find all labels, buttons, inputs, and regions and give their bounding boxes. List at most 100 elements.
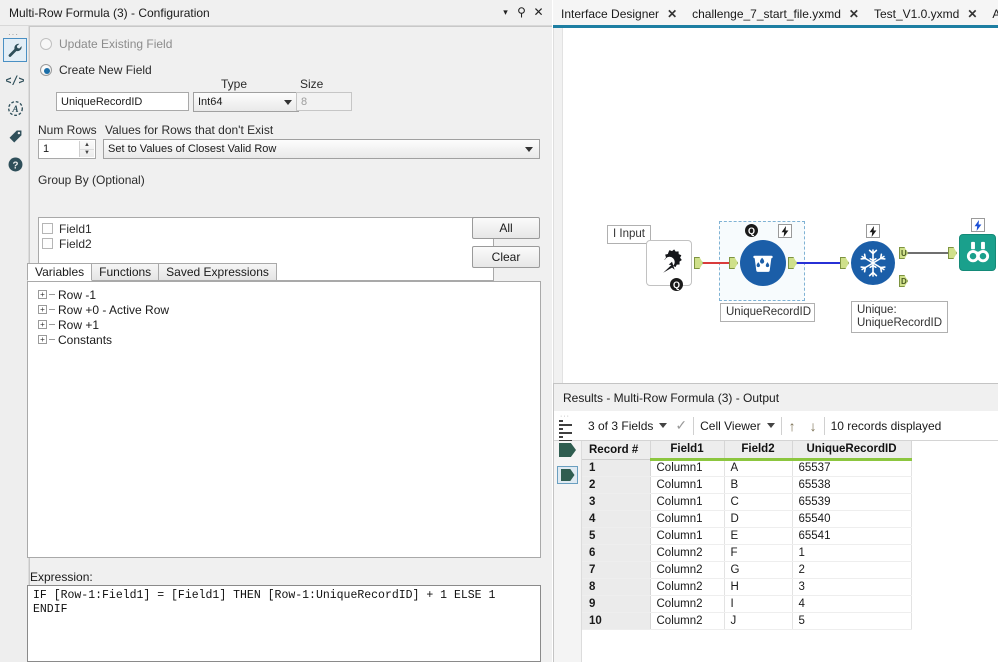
connection-blue[interactable] [797,262,844,264]
record-flag-selector[interactable] [557,466,578,484]
connection-gray[interactable] [908,252,952,254]
num-rows-stepper[interactable]: 1 ▲ ▼ [38,139,96,159]
chevron-down-icon [525,147,533,152]
table-cell-field2: B [724,476,793,494]
list-item[interactable]: Field2 [42,236,493,251]
tree-item-row-plus1[interactable]: + Row +1 [38,317,540,332]
table-cell-field1: Column2 [650,544,725,562]
panel-pin-icon[interactable]: ⚲ [514,4,529,20]
num-rows-label: Num Rows [38,123,97,137]
list-item[interactable]: Field1 [42,221,493,236]
panel-dropdown-icon[interactable]: ▾ [498,4,513,20]
values-for-rows-value: Set to Values of Closest Valid Row [108,143,277,155]
expression-editor[interactable]: IF [Row-1:Field1] = [Field1] THEN [Row-1… [27,585,541,662]
input-port-browse[interactable] [948,247,957,259]
svg-text:A: A [11,104,18,114]
create-new-field-radio[interactable]: Create New Field [40,63,152,77]
close-icon[interactable]: ✕ [967,7,977,21]
table-cell-field2: E [724,527,793,545]
column-header-field2[interactable]: Field2 [724,441,793,461]
browse-tool[interactable] [959,234,996,271]
input-port-unique[interactable] [840,257,849,269]
annotation-icon[interactable]: A [3,96,27,120]
clear-button[interactable]: Clear [472,246,540,268]
tab-challenge-7-start-file[interactable]: challenge_7_start_file.yxmd ✕ [684,0,866,27]
tag-icon[interactable] [3,124,27,148]
table-row[interactable]: 1 Column1 A 65537 [582,459,912,477]
unique-tool[interactable] [851,241,895,285]
fields-selector[interactable]: 3 of 3 Fields ✓ [582,411,693,441]
sort-descending-button[interactable]: ↓ [803,411,824,441]
check-icon[interactable]: ✓ [675,417,687,434]
results-grid[interactable]: Record # Field1 Field2 UniqueRecordID 1C… [554,441,998,662]
table-cell-field1: Column1 [650,493,725,511]
tab-interface-designer[interactable]: Interface Designer ✕ [553,0,684,27]
table-row[interactable]: 8 Column2 H 3 [582,578,912,596]
close-icon[interactable]: ✕ [667,7,677,21]
output-port-text-input[interactable] [694,257,703,269]
all-button[interactable]: All [472,217,540,239]
config-icon-rail: ··· </> A [0,26,29,662]
field-list-icon[interactable]: ··· [554,411,582,442]
checkbox-field2[interactable] [42,238,53,249]
expand-plus-icon[interactable]: + [38,320,47,329]
table-cell-record: 1 [582,459,651,477]
tree-item-constants[interactable]: + Constants [38,332,540,347]
list-glyph [559,419,576,442]
text-input-tool[interactable] [646,240,692,286]
view-mode-selector[interactable]: Cell Viewer [694,411,780,441]
output-port-unique-u[interactable] [899,247,908,259]
panel-close-icon[interactable]: ✕ [531,4,546,20]
tree-item-row-minus1[interactable]: + Row -1 [38,287,540,302]
column-header-uniquerecordid[interactable]: UniqueRecordID [792,441,912,461]
code-icon[interactable]: </> [3,68,27,92]
expand-plus-icon[interactable]: + [38,290,47,299]
tree-item-row-active[interactable]: + Row +0 - Active Row [38,302,540,317]
update-existing-field-radio[interactable]: Update Existing Field [40,37,172,51]
tab-saved-expressions[interactable]: Saved Expressions [158,263,277,281]
expand-plus-icon[interactable]: + [38,335,47,344]
unique-lightning-badge [866,224,880,238]
expression-tab-strip: Variables Functions Saved Expressions [27,263,277,281]
table-cell-field1: Column1 [650,459,725,477]
workflow-canvas[interactable]: I Input Q Q UniqueRecordID Unique: Uniqu… [553,28,998,383]
tree-item-label: Constants [58,332,113,347]
table-row[interactable]: 2 Column1 B 65538 [582,476,912,494]
table-row[interactable]: 4 Column1 D 65540 [582,510,912,528]
spin-up-icon[interactable]: ▲ [80,141,94,150]
tab-almm[interactable]: ALMM_C [984,0,998,27]
group-by-label: Group By (Optional) [38,173,145,187]
wrench-icon[interactable] [3,38,27,62]
flag-header-icon [559,443,576,457]
type-dropdown[interactable]: Int64 [193,92,299,112]
table-row[interactable]: 3 Column1 C 65539 [582,493,912,511]
table-cell-record: 5 [582,527,651,545]
output-port-unique-d[interactable] [899,275,908,287]
num-rows-spin-buttons[interactable]: ▲ ▼ [79,141,94,157]
multirow-formula-tool[interactable] [740,240,786,286]
table-cell-field1: Column1 [650,527,725,545]
column-header-record[interactable]: Record # [582,441,651,460]
table-row[interactable]: 10 Column2 J 5 [582,612,912,630]
table-row[interactable]: 6 Column2 F 1 [582,544,912,562]
tab-functions[interactable]: Functions [91,263,160,281]
table-cell-record: 8 [582,578,651,596]
spin-down-icon[interactable]: ▼ [80,150,94,158]
tab-test-v1[interactable]: Test_V1.0.yxmd ✕ [866,0,984,27]
column-header-field1[interactable]: Field1 [650,441,725,461]
table-row[interactable]: 9 Column2 I 4 [582,595,912,613]
sort-ascending-button[interactable]: ↑ [782,411,803,441]
tree-connector [49,294,55,295]
tab-variables[interactable]: Variables [27,263,93,281]
table-row[interactable]: 5 Column1 E 65541 [582,527,912,545]
table-row[interactable]: 7 Column2 G 2 [582,561,912,579]
variables-tree[interactable]: + Row -1 + Row +0 - Active Row + Row +1 … [27,281,541,558]
expand-plus-icon[interactable]: + [38,305,47,314]
values-for-rows-dropdown[interactable]: Set to Values of Closest Valid Row [103,139,540,159]
help-icon[interactable]: ? [3,152,27,176]
close-icon[interactable]: ✕ [849,7,859,21]
checkbox-field1[interactable] [42,223,53,234]
connection-red[interactable] [703,262,733,264]
field-name-input[interactable]: UniqueRecordID [56,92,189,111]
type-label: Type [221,77,248,91]
